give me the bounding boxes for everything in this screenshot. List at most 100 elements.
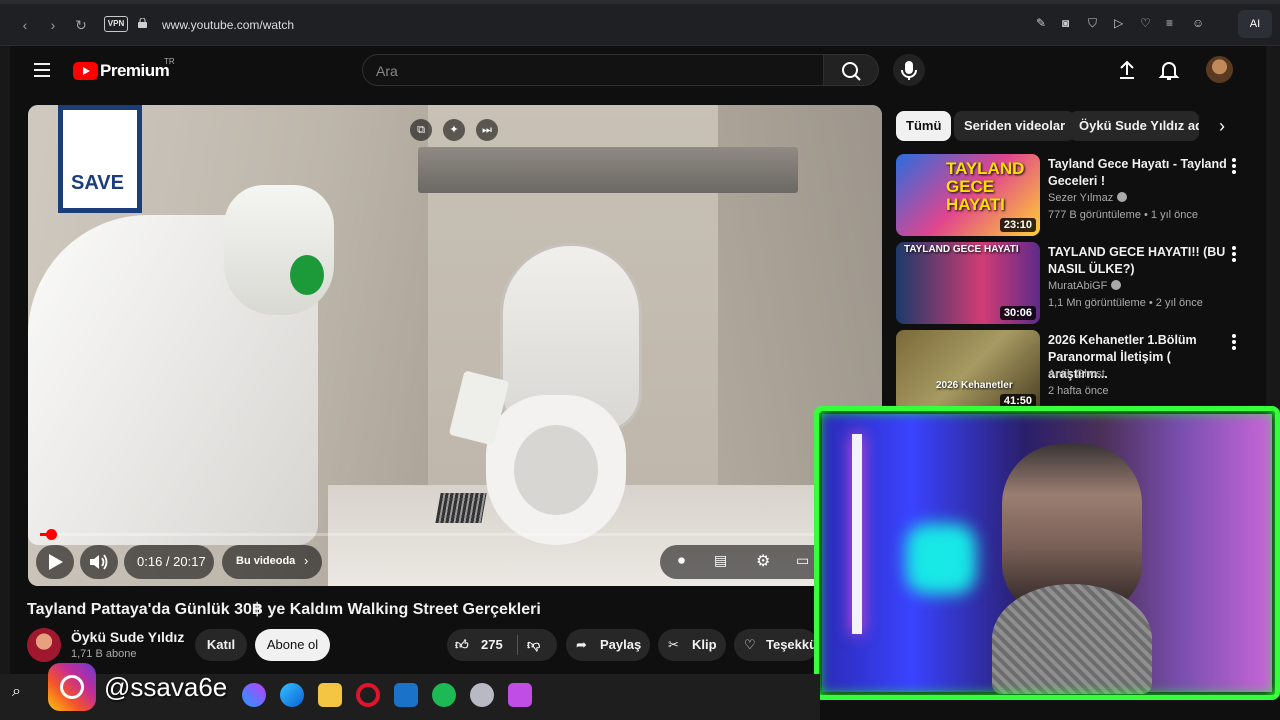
video-meta: 1,1 Mn görüntüleme • 2 yıl önce bbox=[1048, 297, 1203, 309]
list-item[interactable]: 2026 Kehanetler 41:50 2026 Kehanetler 1.… bbox=[896, 330, 1256, 414]
search-icon bbox=[842, 62, 861, 81]
forward-icon[interactable]: › bbox=[44, 16, 62, 34]
chapter-button[interactable]: Bu videoda › bbox=[222, 545, 322, 579]
video-frame-drain bbox=[435, 493, 487, 523]
video-meta: 2 hafta önce bbox=[1048, 385, 1109, 397]
video-duration: 30:06 bbox=[999, 306, 1036, 320]
subtitles-icon[interactable]: ▤ bbox=[714, 552, 727, 569]
miniplayer-button-icon[interactable]: ▭ bbox=[796, 552, 809, 569]
shield-icon[interactable]: ⛉ bbox=[1088, 16, 1097, 34]
channel-name[interactable]: Antik Ghost bbox=[1048, 368, 1105, 380]
reload-icon[interactable]: ↻ bbox=[72, 16, 90, 34]
chapter-label: Bu videoda bbox=[236, 555, 296, 567]
steam-icon[interactable] bbox=[470, 683, 494, 707]
video-title: Tayland Pattaya'da Günlük 30฿ ye Kaldım … bbox=[27, 601, 541, 618]
channel-name[interactable]: Sezer Yılmaz bbox=[1048, 192, 1128, 204]
vpn-badge[interactable]: VPN bbox=[104, 16, 128, 32]
chevron-right-icon[interactable]: › bbox=[1210, 114, 1234, 138]
video-title[interactable]: TAYLAND GECE HAYATI!! (BU NASIL ÜLKE?) bbox=[1048, 244, 1230, 278]
verified-icon bbox=[1117, 192, 1128, 202]
volume-icon bbox=[90, 554, 108, 570]
volume-button[interactable] bbox=[80, 545, 118, 579]
play-button[interactable] bbox=[36, 545, 74, 579]
thumbs-down-icon[interactable]: 👎︎ bbox=[527, 629, 540, 661]
channel-name[interactable]: MuratAbiGF bbox=[1048, 280, 1122, 292]
file-explorer-icon[interactable] bbox=[318, 683, 342, 707]
thanks-button[interactable]: ♡ Teşekkü bbox=[734, 629, 818, 661]
miniplayer-icon[interactable]: ⧉ bbox=[410, 119, 432, 141]
time-text: 0:16 / 20:17 bbox=[137, 554, 206, 569]
like-count[interactable]: 275 bbox=[481, 629, 503, 661]
thanks-label: Teşekkü bbox=[766, 637, 818, 652]
divider bbox=[517, 635, 518, 655]
opera-icon[interactable] bbox=[356, 683, 380, 707]
spotify-icon[interactable] bbox=[432, 683, 456, 707]
camera-icon[interactable]: ◙ bbox=[1062, 16, 1069, 34]
list-item[interactable]: TAYLAND GECE HAYATI 30:06 TAYLAND GECE H… bbox=[896, 242, 1256, 326]
microphone-icon bbox=[901, 61, 917, 80]
menu-icon[interactable] bbox=[34, 63, 50, 77]
heart-icon[interactable]: ♡ bbox=[1140, 16, 1151, 34]
thumbs-up-icon[interactable]: 👍︎ bbox=[455, 629, 469, 661]
sidebar-panel bbox=[0, 46, 10, 674]
address-bar[interactable]: www.youtube.com/watch bbox=[162, 18, 294, 32]
clip-label: Klip bbox=[692, 637, 717, 652]
video-meta: 777 B görüntüleme • 1 yıl önce bbox=[1048, 209, 1198, 221]
browser-toolbar: ‹ › ↻ VPN www.youtube.com/watch ✎ ◙ ⛉ ▷ … bbox=[0, 0, 1280, 46]
video-thumbnail[interactable]: TAYLAND GECE HAYATI 30:06 bbox=[896, 242, 1040, 324]
settings-gear-icon[interactable]: ⚙ bbox=[756, 551, 770, 571]
copilot-icon[interactable] bbox=[242, 683, 266, 707]
share-button[interactable]: ➦ Paylaş bbox=[566, 629, 650, 661]
share-label: Paylaş bbox=[600, 637, 642, 652]
instagram-handle: @ssava6e bbox=[104, 672, 228, 702]
mail-icon[interactable] bbox=[394, 683, 418, 707]
youtube-logo-icon[interactable] bbox=[73, 62, 98, 80]
video-thumbnail[interactable]: 2026 Kehanetler 41:50 bbox=[896, 330, 1040, 412]
more-options-icon[interactable] bbox=[1232, 334, 1240, 350]
progress-bar[interactable] bbox=[40, 529, 870, 540]
channel-avatar[interactable] bbox=[27, 628, 61, 662]
webcam-frame bbox=[814, 406, 1280, 700]
clip-button[interactable]: ✂ Klip bbox=[658, 629, 726, 661]
skip-next-icon[interactable]: ⏭ bbox=[476, 119, 498, 141]
more-options-icon[interactable] bbox=[1232, 158, 1240, 174]
autoplay-toggle-icon[interactable]: ⏺ bbox=[678, 552, 685, 569]
country-code: TR bbox=[164, 57, 175, 66]
search-button[interactable] bbox=[823, 54, 879, 86]
progress-scrubber[interactable] bbox=[46, 529, 57, 540]
like-dislike-group: 👍︎ 275 👎︎ bbox=[447, 629, 557, 661]
upload-icon[interactable] bbox=[1115, 58, 1139, 82]
chip-series[interactable]: Seriden videolar bbox=[954, 111, 1076, 141]
edge-icon[interactable] bbox=[280, 683, 304, 707]
verified-icon bbox=[1111, 280, 1122, 290]
thumbnail-text: 2026 Kehanetler bbox=[936, 380, 1013, 391]
video-frame-dispenser bbox=[224, 185, 334, 315]
channel-name[interactable]: Öykü Sude Yıldız bbox=[71, 629, 184, 645]
ai-button[interactable]: AI bbox=[1238, 10, 1272, 38]
bell-icon[interactable] bbox=[1157, 58, 1181, 82]
join-button[interactable]: Katıl bbox=[195, 629, 247, 661]
instagram-icon bbox=[48, 663, 96, 711]
subscribe-button[interactable]: Abone ol bbox=[255, 629, 330, 661]
list-icon[interactable]: ≡ bbox=[1166, 16, 1173, 34]
youtube-header: Premium TR Ara bbox=[10, 46, 1266, 96]
chip-channel[interactable]: Öykü Sude Yıldız adl bbox=[1069, 111, 1199, 141]
more-options-icon[interactable] bbox=[1232, 246, 1240, 262]
search-input[interactable]: Ara bbox=[362, 54, 824, 86]
thumbnail-text: TAYLAND GECE HAYATI bbox=[904, 244, 1019, 255]
video-thumbnail[interactable]: TAYLAND GECE HAYATI 23:10 bbox=[896, 154, 1040, 236]
app-icon[interactable] bbox=[508, 683, 532, 707]
profile-icon[interactable]: ☺ bbox=[1192, 16, 1204, 34]
edit-icon[interactable]: ✎ bbox=[1036, 16, 1046, 34]
logo-text[interactable]: Premium bbox=[100, 61, 170, 81]
play-icon[interactable]: ▷ bbox=[1114, 16, 1123, 34]
voice-search-button[interactable] bbox=[893, 54, 925, 86]
search-icon[interactable]: ⌕ bbox=[12, 683, 36, 707]
back-icon[interactable]: ‹ bbox=[16, 16, 34, 34]
video-player[interactable]: SAVE ⧉ ✦ ⏭ 0:16 / 20:17 Bu videoda › ⏺ ▤… bbox=[28, 105, 882, 586]
ai-sparkle-icon[interactable]: ✦ bbox=[443, 119, 465, 141]
list-item[interactable]: TAYLAND GECE HAYATI 23:10 Tayland Gece H… bbox=[896, 154, 1256, 238]
video-title[interactable]: Tayland Gece Hayatı - Tayland Geceleri ! bbox=[1048, 156, 1230, 190]
chip-all[interactable]: Tümü bbox=[896, 111, 952, 141]
account-avatar[interactable] bbox=[1206, 56, 1233, 83]
